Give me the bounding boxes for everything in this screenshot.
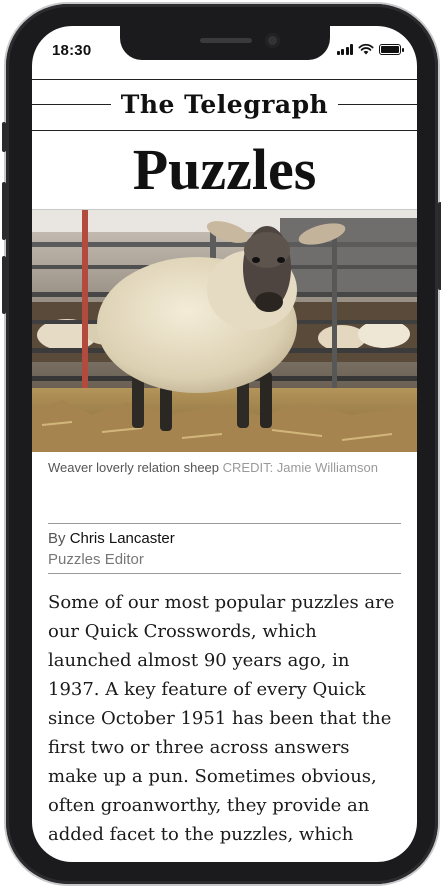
byline-prefix: By [48,530,66,547]
author-role: Puzzles Editor [48,551,144,568]
author-name[interactable]: Chris Lancaster [70,530,175,547]
front-camera [265,33,280,48]
masthead-rule-left [32,103,111,105]
wifi-icon [358,43,374,55]
header-rule [32,79,417,80]
notch [120,26,330,60]
cellular-signal-icon [336,44,353,55]
header-rule [32,130,417,131]
caption-credit: CREDIT: Jamie Williamson [222,460,378,475]
article-body: Some of our most popular puzzles are our… [48,592,395,845]
hero-image [32,210,417,452]
volume-down-button [2,256,6,314]
volume-up-button [2,182,6,240]
masthead-rule-right [338,103,417,105]
status-icons [336,43,404,55]
masthead[interactable]: The Telegraph [32,86,417,122]
earpiece-speaker [200,38,252,43]
battery-icon [379,44,404,55]
divider [48,523,401,524]
caption-text: Weaver loverly relation sheep [48,460,220,475]
byline: By Chris Lancaster [48,528,175,549]
image-caption: Weaver loverly relation sheep CREDIT: Ja… [48,458,388,477]
telegraph-logo[interactable]: The Telegraph [111,90,338,119]
sheep-photo [32,210,417,452]
phone-screen: 18:30 The Telegraph Puzzles Weaver lover… [32,26,417,862]
page-title: Puzzles [132,137,317,202]
status-time: 18:30 [52,42,92,59]
mute-switch [2,122,6,152]
divider [48,573,401,574]
